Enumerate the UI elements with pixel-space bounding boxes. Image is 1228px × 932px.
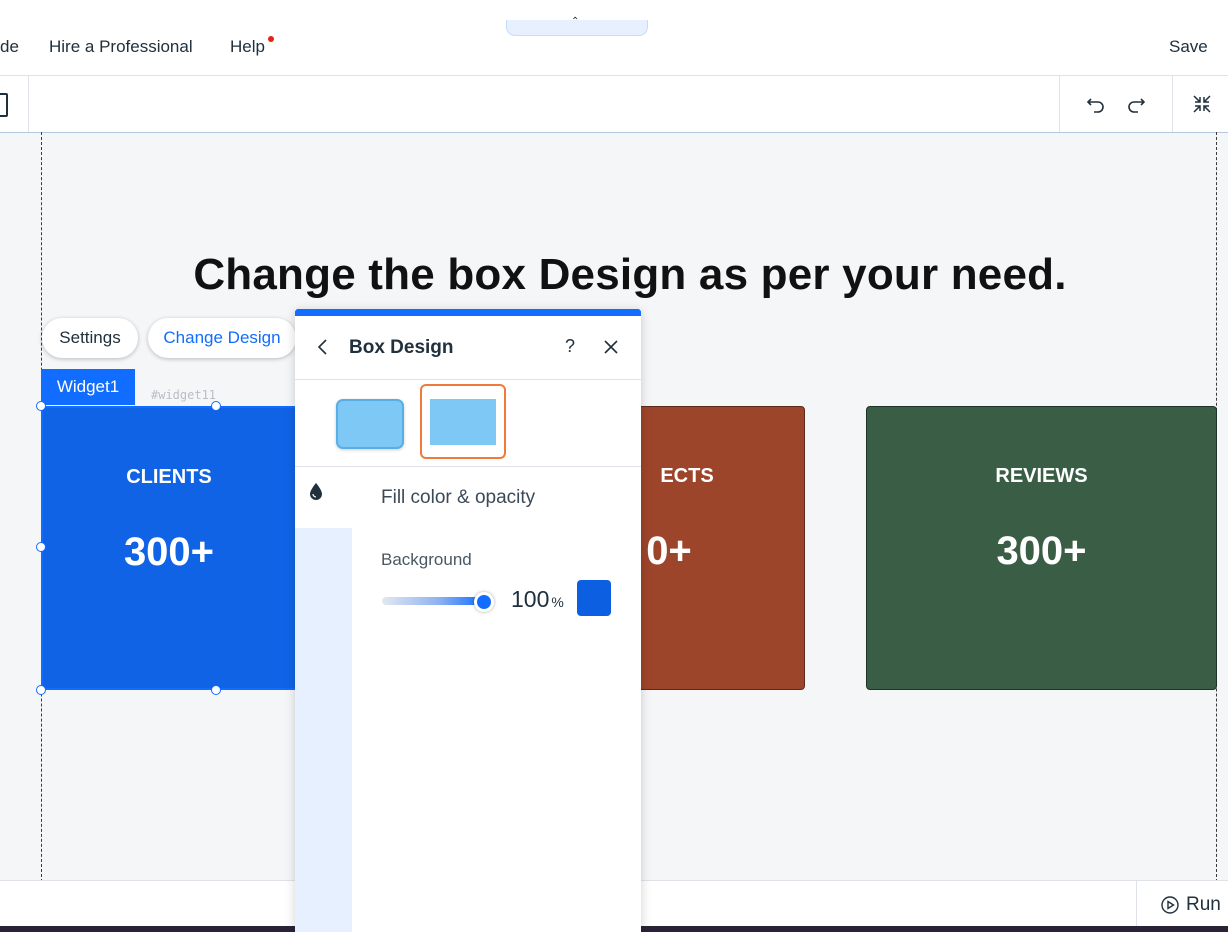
stat-box-value: 300+: [996, 529, 1087, 573]
widget-id-label: #widget11: [151, 388, 217, 402]
device-icon[interactable]: [0, 93, 8, 117]
nav-item-guide[interactable]: de: [0, 37, 19, 57]
top-center-pill[interactable]: ⌃: [506, 16, 648, 36]
nav-item-help[interactable]: Help: [230, 37, 265, 57]
settings-button[interactable]: Settings: [42, 318, 138, 358]
top-bar: de Hire a Professional Help ⌃ Save: [0, 0, 1228, 76]
redo-icon[interactable]: [1124, 92, 1148, 116]
pill-handle-icon: ⌃: [571, 16, 580, 27]
save-button[interactable]: Save: [1169, 37, 1208, 57]
resize-handle[interactable]: [36, 685, 46, 695]
resize-handle[interactable]: [36, 401, 46, 411]
help-icon[interactable]: ?: [565, 336, 575, 357]
opacity-value[interactable]: 100%: [511, 586, 564, 613]
help-notification-dot: [268, 36, 274, 42]
panel-divider: [295, 379, 641, 380]
opacity-unit: %: [551, 594, 564, 610]
toolbar-divider: [1059, 76, 1060, 132]
design-thumb-square-selected[interactable]: [420, 384, 506, 459]
opacity-slider[interactable]: [382, 597, 484, 605]
run-icon: [1161, 896, 1179, 914]
opacity-slider-knob[interactable]: [474, 592, 494, 612]
change-design-button[interactable]: Change Design: [148, 318, 296, 358]
panel-title: Box Design: [349, 337, 454, 358]
resize-handle[interactable]: [211, 685, 221, 695]
drop-icon[interactable]: [309, 482, 323, 505]
editor-toolbar: [0, 76, 1228, 133]
close-icon[interactable]: [602, 338, 620, 361]
widget-tag[interactable]: Widget1: [41, 369, 135, 405]
nav-item-hire-professional[interactable]: Hire a Professional: [49, 37, 193, 57]
collapse-icon[interactable]: [1190, 92, 1214, 116]
toolbar-divider: [28, 76, 29, 132]
background-label: Background: [381, 550, 472, 569]
design-thumb-fill: [430, 399, 496, 445]
stat-box-title: REVIEWS: [995, 465, 1088, 487]
resize-handle[interactable]: [36, 542, 46, 552]
toolbar-divider: [1172, 76, 1173, 132]
stat-box-title: ECTS: [660, 465, 714, 487]
panel-side-column: [295, 528, 352, 932]
stat-box-value: 0+: [646, 529, 692, 573]
panel-accent-bar: [295, 309, 641, 316]
back-chevron-icon[interactable]: [315, 337, 331, 362]
stat-box-value: 300+: [123, 530, 215, 574]
stat-box-title: CLIENTS: [126, 466, 212, 488]
stat-box-reviews[interactable]: REVIEWS 300+: [866, 406, 1217, 690]
fill-color-swatch[interactable]: [577, 580, 611, 616]
undo-icon[interactable]: [1084, 92, 1108, 116]
run-label: Run: [1186, 894, 1221, 915]
page-headline: Change the box Design as per your need.: [193, 250, 1067, 299]
opacity-number: 100: [511, 586, 550, 612]
box-design-panel: Box Design ? Fill color & opacity Backgr…: [295, 309, 641, 932]
resize-handle[interactable]: [211, 401, 221, 411]
design-thumb-rounded[interactable]: [336, 399, 404, 449]
bottom-divider: [1136, 881, 1137, 927]
run-button[interactable]: Run: [1160, 894, 1221, 916]
panel-divider: [295, 466, 641, 467]
stat-box-clients[interactable]: CLIENTS 300+: [41, 406, 297, 690]
section-title: Fill color & opacity: [381, 487, 536, 508]
